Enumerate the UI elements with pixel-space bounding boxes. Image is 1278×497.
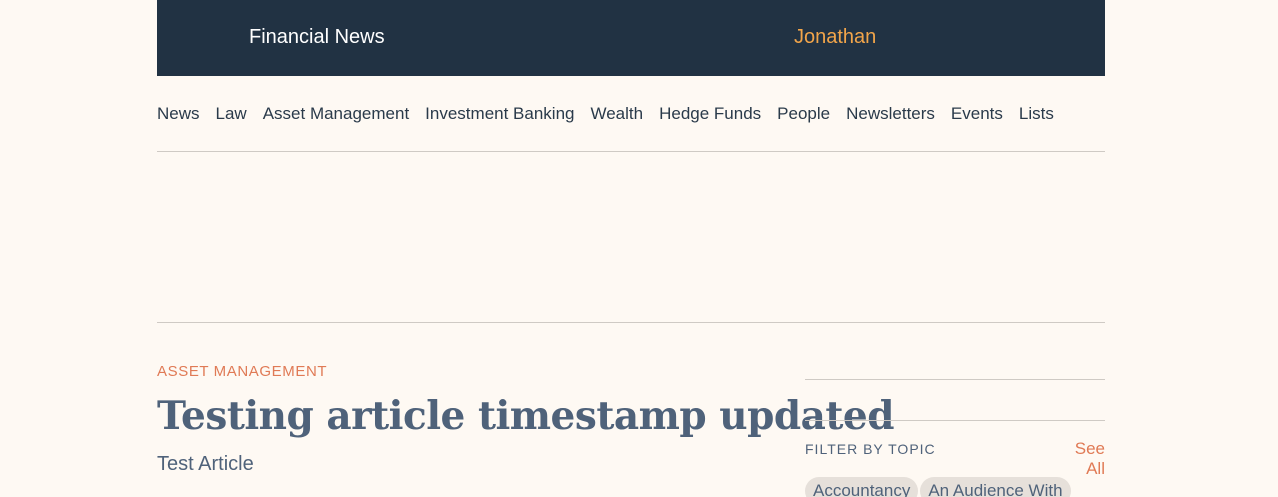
nav-item-events[interactable]: Events [951, 103, 1003, 125]
nav-item-hedge-funds[interactable]: Hedge Funds [659, 103, 761, 125]
article-headline: Testing article timestamp updated [157, 393, 894, 439]
nav-item-lists[interactable]: Lists [1019, 103, 1054, 125]
nav-item-asset-management[interactable]: Asset Management [263, 103, 409, 125]
main-navigation: News Law Asset Management Investment Ban… [157, 102, 1105, 126]
topic-chip-an-audience-with[interactable]: An Audience With [920, 477, 1071, 497]
topic-chip-accountancy[interactable]: Accountancy [805, 477, 919, 497]
article-section-link[interactable]: ASSET MANAGEMENT [157, 363, 327, 381]
filter-by-topic-heading: FILTER BY TOPIC [805, 441, 936, 457]
page: Financial News Jonathan News Law Asset M… [0, 0, 1278, 497]
nav-item-investment-banking[interactable]: Investment Banking [425, 103, 574, 125]
sidebar-divider [805, 420, 1105, 421]
ad-slot [157, 152, 1105, 322]
nav-item-people[interactable]: People [777, 103, 830, 125]
article-standfirst: Test Article [157, 453, 254, 475]
nav-item-news[interactable]: News [157, 103, 200, 125]
see-all-link[interactable]: See All [1054, 439, 1105, 479]
site-header: Financial News Jonathan [157, 0, 1105, 76]
nav-item-law[interactable]: Law [216, 103, 247, 125]
nav-item-wealth[interactable]: Wealth [590, 103, 643, 125]
sidebar-divider-top [805, 379, 1105, 380]
nav-item-newsletters[interactable]: Newsletters [846, 103, 935, 125]
topic-chip-list: Accountancy An Audience With [805, 477, 1071, 497]
user-account-link[interactable]: Jonathan [794, 25, 876, 49]
content-divider [157, 322, 1105, 323]
site-logo-link[interactable]: Financial News [249, 25, 385, 49]
